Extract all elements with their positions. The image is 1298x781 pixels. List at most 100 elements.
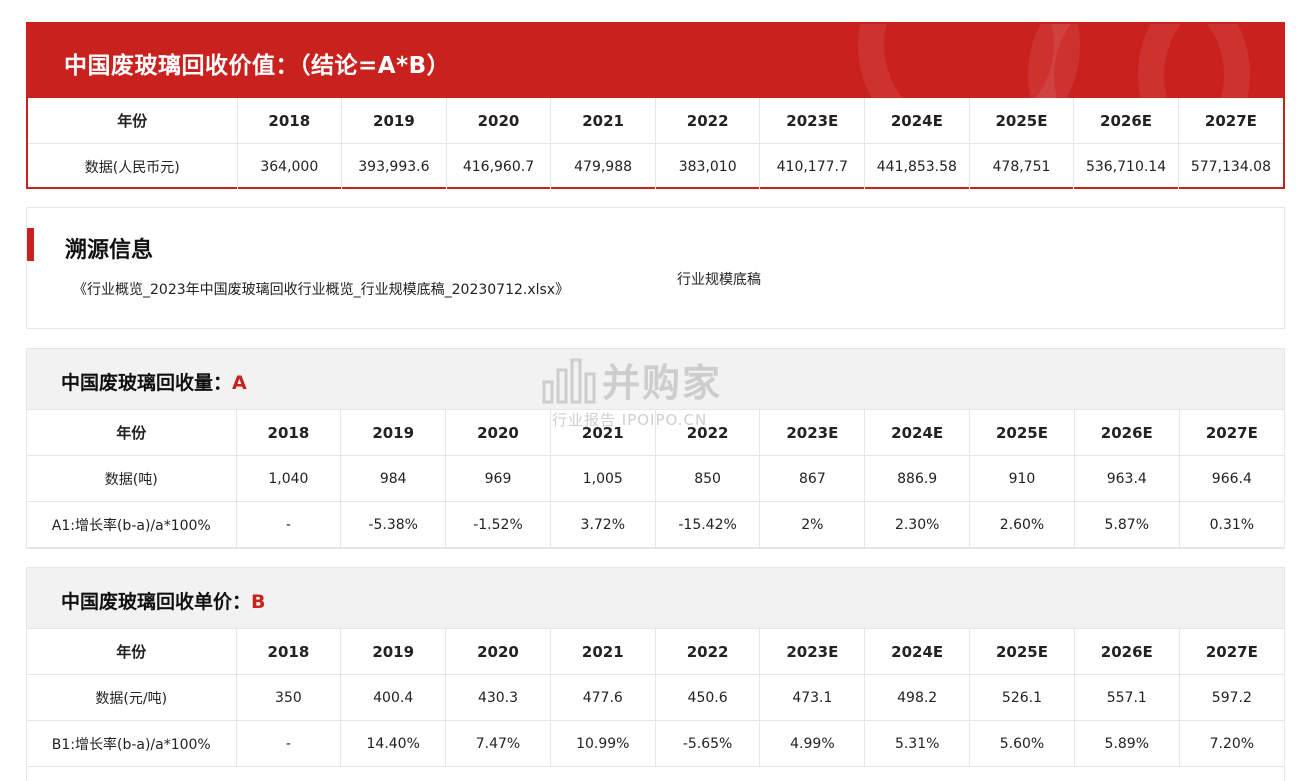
year-cell: 2024E xyxy=(864,629,971,675)
data-cell: 479,988 xyxy=(550,143,656,189)
value-title: 中国废玻璃回收价值：（结论=A*B） xyxy=(64,53,451,79)
growth-cell: 7.47% xyxy=(445,720,551,767)
growth-cell: 5.89% xyxy=(1073,720,1180,767)
volume-card: 中国废玻璃回收量：A 年份 2018 2019 2020 2021 2022 2… xyxy=(26,348,1285,549)
year-cell: 2021 xyxy=(549,410,656,456)
year-cell: 2026E xyxy=(1073,410,1180,456)
growth-cell: 5.87% xyxy=(1073,501,1180,548)
data-cell: 393,993.6 xyxy=(341,143,447,189)
year-cell: 2026E xyxy=(1073,629,1180,675)
year-cell: 2024E xyxy=(864,410,971,456)
growth-cell: 2% xyxy=(759,501,866,548)
year-cell: 2025E xyxy=(968,98,1075,144)
price-title: 中国废玻璃回收单价：B xyxy=(61,587,266,614)
data-cell: 450.6 xyxy=(654,674,761,721)
year-cell: 2021 xyxy=(549,629,656,675)
volume-growth-row: A1:增长率(b-a)/a*100% - -5.38% -1.52% 3.72%… xyxy=(27,501,1284,548)
source-title: 溯源信息 xyxy=(65,238,154,263)
source-card: 溯源信息 《行业概览_2023年中国废玻璃回收行业概览_行业规模底稿_20230… xyxy=(26,207,1285,329)
year-cell: 2019 xyxy=(340,629,447,675)
price-key: B xyxy=(251,591,266,613)
volume-data-row: 数据(吨) 1,040 984 969 1,005 850 867 886.9 … xyxy=(27,455,1284,502)
row-label: B1:增长率(b-a)/a*100% xyxy=(27,720,237,767)
growth-cell: 10.99% xyxy=(549,720,656,767)
data-cell: 498.2 xyxy=(864,674,971,721)
data-cell: 400.4 xyxy=(340,674,447,721)
growth-cell: - xyxy=(235,720,342,767)
data-cell: 963.4 xyxy=(1073,455,1180,502)
data-cell: 910 xyxy=(969,455,1075,502)
year-cell: 2022 xyxy=(654,98,761,144)
price-table: 年份 2018 2019 2020 2021 2022 2023E 2024E … xyxy=(27,629,1284,767)
year-row: 年份 2018 2019 2020 2021 2022 2023E 2024E … xyxy=(27,410,1284,456)
data-cell: 473.1 xyxy=(759,674,866,721)
year-cell: 2023E xyxy=(759,410,866,456)
data-cell: 557.1 xyxy=(1073,674,1180,721)
value-data-row: 数据(人民币元) 364,000 393,993.6 416,960.7 479… xyxy=(28,143,1283,189)
growth-cell: 5.31% xyxy=(864,720,971,767)
value-table: 年份 2018 2019 2020 2021 2022 2023E 2024E … xyxy=(28,98,1283,189)
row-label: 数据(元/吨) xyxy=(27,674,237,721)
price-title-text: 中国废玻璃回收单价： xyxy=(61,591,252,613)
row-label: 数据(人民币元) xyxy=(28,143,238,189)
data-cell: 416,960.7 xyxy=(445,143,552,189)
growth-cell: -5.65% xyxy=(654,720,761,767)
growth-cell: 0.31% xyxy=(1178,501,1284,548)
row-label: A1:增长率(b-a)/a*100% xyxy=(27,501,237,548)
year-cell: 2027E xyxy=(1178,410,1284,456)
year-cell: 2022 xyxy=(654,629,761,675)
growth-cell: 14.40% xyxy=(340,720,447,767)
price-growth-row: B1:增长率(b-a)/a*100% - 14.40% 7.47% 10.99%… xyxy=(27,720,1284,767)
growth-cell: -1.52% xyxy=(445,501,551,548)
year-cell: 2019 xyxy=(340,410,447,456)
value-card: 中国废玻璃回收价值：（结论=A*B） 年份 2018 2019 2020 202… xyxy=(26,22,1285,189)
year-cell: 2018 xyxy=(235,629,342,675)
data-cell: 966.4 xyxy=(1178,455,1284,502)
header-decoration xyxy=(858,24,1080,98)
growth-cell: - xyxy=(235,501,342,548)
volume-key: A xyxy=(232,372,247,394)
data-cell: 1,040 xyxy=(235,455,342,502)
data-cell: 597.2 xyxy=(1178,674,1284,721)
volume-title: 中国废玻璃回收量：A xyxy=(61,368,247,395)
year-row: 年份 2018 2019 2020 2021 2022 2023E 2024E … xyxy=(27,629,1284,675)
data-cell: 850 xyxy=(654,455,761,502)
data-cell: 350 xyxy=(235,674,342,721)
data-cell: 430.3 xyxy=(445,674,551,721)
year-header: 年份 xyxy=(27,410,237,456)
header-decoration xyxy=(1138,24,1283,98)
growth-cell: 3.72% xyxy=(549,501,656,548)
year-cell: 2018 xyxy=(235,410,342,456)
data-cell: 364,000 xyxy=(236,143,343,189)
year-cell: 2027E xyxy=(1178,629,1284,675)
growth-cell: 2.30% xyxy=(864,501,971,548)
data-cell: 383,010 xyxy=(654,143,761,189)
data-cell: 886.9 xyxy=(864,455,971,502)
growth-cell: 5.60% xyxy=(969,720,1075,767)
year-cell: 2024E xyxy=(864,98,970,144)
year-cell: 2023E xyxy=(759,98,866,144)
year-header: 年份 xyxy=(28,98,238,144)
price-header: 中国废玻璃回收单价：B xyxy=(27,568,1284,629)
growth-cell: 7.20% xyxy=(1178,720,1284,767)
data-cell: 441,853.58 xyxy=(864,143,970,189)
growth-cell: 2.60% xyxy=(969,501,1075,548)
volume-table: 年份 2018 2019 2020 2021 2022 2023E 2024E … xyxy=(27,410,1284,548)
year-cell: 2020 xyxy=(445,629,551,675)
year-header: 年份 xyxy=(27,629,237,675)
volume-title-text: 中国废玻璃回收量： xyxy=(61,372,233,394)
year-cell: 2022 xyxy=(654,410,761,456)
year-row: 年份 2018 2019 2020 2021 2022 2023E 2024E … xyxy=(28,98,1283,144)
growth-cell: -5.38% xyxy=(340,501,447,548)
volume-header: 中国废玻璃回收量：A xyxy=(27,349,1284,410)
year-cell: 2027E xyxy=(1177,98,1283,144)
price-card: 中国废玻璃回收单价：B 年份 2018 2019 2020 2021 2022 … xyxy=(26,567,1285,781)
data-cell: 536,710.14 xyxy=(1073,143,1179,189)
data-cell: 410,177.7 xyxy=(759,143,866,189)
growth-cell: 4.99% xyxy=(759,720,866,767)
data-cell: 526.1 xyxy=(969,674,1075,721)
source-file: 《行业概览_2023年中国废玻璃回收行业概览_行业规模底稿_20230712.x… xyxy=(73,282,570,298)
year-cell: 2023E xyxy=(759,629,866,675)
data-cell: 477.6 xyxy=(549,674,656,721)
year-cell: 2020 xyxy=(445,410,551,456)
